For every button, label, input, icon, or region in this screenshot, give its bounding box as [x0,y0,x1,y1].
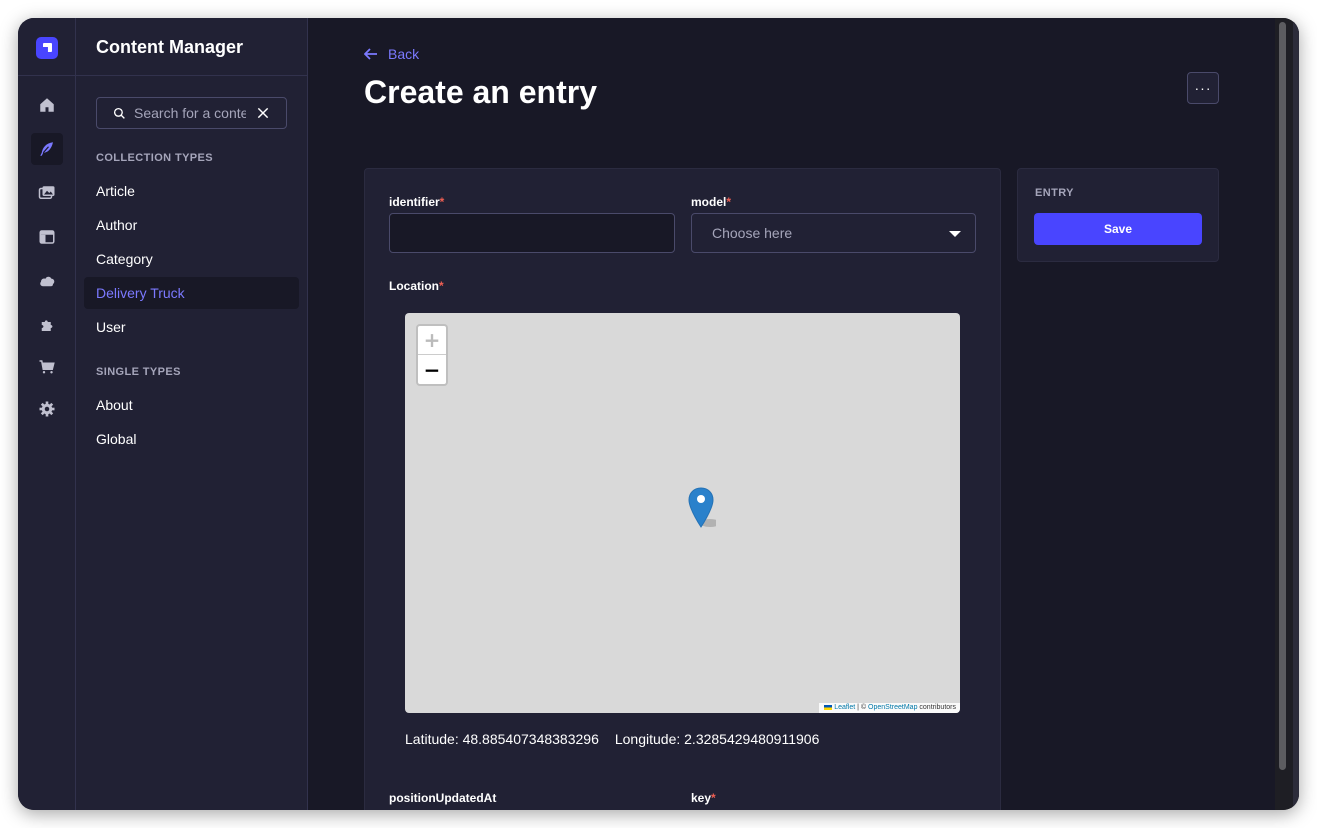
app-window: Content Manager COLLECTION TYPES Article… [18,18,1299,810]
openstreetmap-link[interactable]: OpenStreetMap [868,704,917,711]
single-types-heading: SINGLE TYPES [96,366,181,378]
strapi-logo-icon[interactable] [36,37,58,59]
coordinates-readout: Latitude: 48.885407348383296 Longitude: 2… [405,731,819,747]
plugins-puzzle-icon[interactable] [31,309,63,341]
search-icon [113,107,125,119]
map-marker-icon[interactable] [688,487,716,529]
key-label: key* [691,791,716,805]
subnav-title: Content Manager [96,37,244,57]
entry-form: identifier* model* Choose here Location*… [364,168,1001,810]
close-icon[interactable] [256,106,270,120]
model-placeholder: Choose here [712,225,793,241]
arrow-left-icon [364,48,377,60]
nav-item-category[interactable]: Category [84,243,299,275]
entry-panel: ENTRY Save [1017,168,1219,262]
content-manager-feather-icon[interactable] [31,133,63,165]
marketplace-cart-icon[interactable] [31,351,63,383]
settings-gear-icon[interactable] [31,393,63,425]
window-scroll-area [1275,18,1299,810]
caret-down-icon [949,231,961,237]
scrollbar[interactable] [1279,22,1286,770]
divider [76,75,308,76]
content-type-builder-icon[interactable] [31,221,63,253]
back-link[interactable]: Back [364,46,419,62]
latitude-value: Latitude: 48.885407348383296 [405,731,599,747]
nav-item-article[interactable]: Article [84,175,299,207]
search-input[interactable] [134,105,246,121]
divider [18,75,76,76]
back-label: Back [388,46,420,62]
model-select[interactable]: Choose here [691,213,976,253]
leaflet-link[interactable]: Leaflet [834,704,855,711]
background-window-edge [1293,18,1299,810]
nav-item-global[interactable]: Global [84,423,299,455]
ukraine-flag-icon [824,704,833,710]
home-icon[interactable] [31,89,63,121]
save-button[interactable]: Save [1034,213,1202,245]
identifier-label: identifier* [389,195,445,209]
nav-item-about[interactable]: About [84,389,299,421]
nav-item-author[interactable]: Author [84,209,299,241]
content-manager-subnav: Content Manager COLLECTION TYPES Article… [76,18,308,810]
more-actions-button[interactable]: ··· [1187,72,1219,104]
page-title: Create an entry [364,74,597,110]
main-nav-rail [18,18,76,810]
zoom-in-button[interactable]: + [418,326,446,355]
collection-types-heading: COLLECTION TYPES [96,152,214,164]
map-attribution: Leaflet | © OpenStreetMap contributors [819,703,960,713]
media-library-icon[interactable] [31,177,63,209]
nav-item-delivery-truck[interactable]: Delivery Truck [84,277,299,309]
location-map[interactable]: + − Leaflet | © OpenStreetMap contributo… [405,313,960,713]
location-label: Location* [389,279,444,293]
model-label: model* [691,195,732,209]
entry-heading: ENTRY [1035,187,1074,199]
identifier-input[interactable] [389,213,675,253]
longitude-value: Longitude: 2.3285429480911906 [614,731,820,747]
position-updated-at-label: positionUpdatedAt [389,791,497,805]
main-content: Back Create an entry ··· identifier* mod… [308,18,1275,810]
search-box[interactable] [96,97,287,129]
map-zoom-control: + − [416,324,448,386]
cloud-icon[interactable] [31,265,63,297]
nav-item-user[interactable]: User [84,311,299,343]
zoom-out-button[interactable]: − [418,355,446,384]
